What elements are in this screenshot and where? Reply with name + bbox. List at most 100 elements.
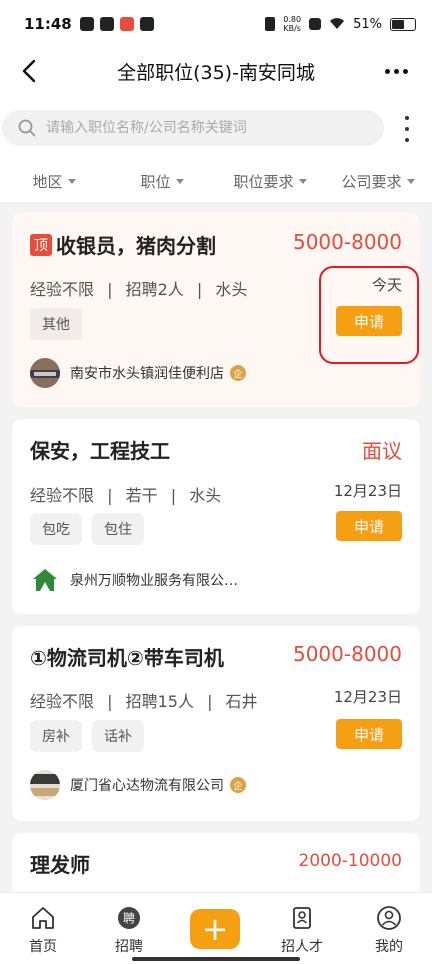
filter-bar: 地区 职位 职位要求 公司要求 [0, 160, 432, 202]
job-date: 12月23日 [333, 688, 402, 706]
verified-company-icon: 企 [230, 365, 246, 381]
dot [405, 138, 409, 142]
more-options-button[interactable] [382, 58, 410, 84]
job-tag: 其他 [30, 308, 82, 340]
company-row[interactable]: 南安市水头镇润佳便利店 企 [30, 358, 246, 388]
wifi-icon [330, 18, 345, 29]
network-speed-value: 0.80 [283, 15, 302, 24]
job-title: ①物流司机②带车司机 [30, 646, 224, 670]
tab-recruit[interactable]: 聘 招聘 [94, 893, 164, 964]
job-location: 水头 [215, 280, 248, 299]
job-date: 今天 [371, 276, 402, 294]
recruit-icon-text: 聘 [123, 912, 135, 926]
job-hiring: 招聘2人 [125, 280, 184, 299]
page-title: 全部职位(35)-南安同城 [117, 61, 315, 84]
filter-position-requirements[interactable]: 职位要求 [216, 171, 324, 192]
vibrate-icon [265, 17, 276, 31]
company-row[interactable]: 泉州万顺物业服务有限公… [30, 565, 238, 595]
profile-icon [377, 906, 401, 930]
dropdown-caret-icon [406, 178, 415, 184]
filter-label: 职位要求 [233, 172, 294, 191]
app-notification-icon [139, 17, 154, 31]
job-salary: 面议 [362, 439, 402, 463]
filter-position[interactable]: 职位 [108, 171, 216, 192]
company-name: 厦门省心达物流有限公司 [70, 778, 224, 794]
search-box[interactable] [2, 110, 384, 146]
separator: | [107, 692, 113, 711]
job-hiring: 若干 [125, 486, 158, 505]
top-nav-bar: 全部职位(35)-南安同城 [0, 48, 432, 94]
separator: | [207, 692, 213, 711]
search-icon [18, 119, 36, 137]
filter-label: 职位 [140, 172, 171, 191]
tab-label: 招人才 [281, 939, 323, 955]
job-title: 理发师 [30, 853, 90, 877]
tab-label: 首页 [29, 939, 57, 955]
app-notification-icon [99, 17, 114, 31]
filter-label: 地区 [32, 172, 63, 191]
job-card[interactable]: 保安，工程技工 面议 经验不限 | 若干 | 水头 12月23日 包吃 包住 申… [12, 419, 420, 614]
dropdown-caret-icon [67, 178, 76, 184]
search-row [0, 94, 432, 160]
search-input[interactable] [46, 120, 346, 136]
job-experience: 经验不限 [30, 692, 95, 711]
job-title-text: 收银员，猪肉分割 [56, 234, 216, 258]
app-notification-icon [119, 17, 134, 31]
signal-icon [309, 18, 322, 30]
dropdown-caret-icon [298, 178, 307, 184]
job-salary: 5000-8000 [292, 642, 402, 666]
apply-button[interactable]: 申请 [336, 719, 402, 749]
filter-region[interactable]: 地区 [0, 171, 108, 192]
job-card[interactable]: 顶 收银员，猪肉分割 5000-8000 经验不限 | 招聘2人 | 水头 今天… [12, 212, 420, 407]
job-tags: 包吃 包住 [30, 513, 144, 545]
job-tag: 话补 [92, 720, 144, 752]
job-title: 保安，工程技工 [30, 439, 170, 463]
tab-home[interactable]: 首页 [8, 893, 78, 964]
job-salary: 2000-10000 [298, 851, 402, 871]
dot [402, 68, 408, 74]
job-location: 石井 [225, 692, 258, 711]
job-tags: 房补 话补 [30, 720, 144, 752]
job-title: 顶 收银员，猪肉分割 [30, 230, 216, 259]
home-icon [32, 907, 54, 929]
job-experience: 经验不限 [30, 280, 95, 299]
job-meta: 经验不限 | 招聘15人 | 石井 [30, 688, 258, 712]
company-row[interactable]: 厦门省心达物流有限公司 企 [30, 770, 246, 800]
back-button[interactable] [14, 56, 44, 86]
job-date: 12月23日 [333, 482, 402, 500]
separator: | [196, 280, 203, 299]
home-indicator [132, 957, 300, 961]
company-name: 南安市水头镇润佳便利店 [70, 366, 224, 382]
filter-company-requirements[interactable]: 公司要求 [324, 171, 432, 192]
verified-company-icon: 企 [230, 777, 246, 793]
network-speed: 0.80 KB/s [283, 15, 301, 33]
separator: | [107, 280, 113, 299]
tab-label: 招聘 [115, 939, 143, 955]
back-arrow-icon [22, 59, 36, 83]
company-logo [30, 358, 60, 388]
dropdown-caret-icon [175, 178, 184, 184]
job-location: 水头 [189, 486, 222, 505]
tab-profile[interactable]: 我的 [354, 893, 424, 964]
company-name: 泉州万顺物业服务有限公… [70, 573, 238, 589]
job-hiring: 招聘15人 [125, 692, 194, 711]
tab-find-talent[interactable]: 招人才 [267, 893, 337, 964]
job-meta: 经验不限 | 若干 | 水头 [30, 482, 221, 506]
battery-fill [392, 19, 405, 29]
job-meta: 经验不限 | 招聘2人 | 水头 [30, 276, 247, 300]
apply-button[interactable]: 申请 [336, 306, 402, 336]
job-tags: 其他 [30, 308, 82, 340]
post-plus-button[interactable]: + [190, 909, 240, 949]
battery-icon [390, 17, 416, 31]
status-time: 11:48 [24, 15, 72, 33]
status-bar: 11:48 0.80 KB/s 51% [0, 0, 432, 48]
search-more-button[interactable] [402, 116, 412, 142]
job-card[interactable]: ①物流司机②带车司机 5000-8000 经验不限 | 招聘15人 | 石井 1… [12, 626, 420, 821]
bottom-tab-bar: 首页 聘 招聘 + 招人才 我的 [0, 892, 432, 964]
apply-button[interactable]: 申请 [336, 511, 402, 541]
company-logo [30, 770, 60, 800]
battery-percent: 51% [353, 16, 382, 32]
pinned-badge: 顶 [30, 233, 52, 256]
job-tag: 包吃 [30, 513, 82, 545]
job-tag: 房补 [30, 720, 82, 752]
